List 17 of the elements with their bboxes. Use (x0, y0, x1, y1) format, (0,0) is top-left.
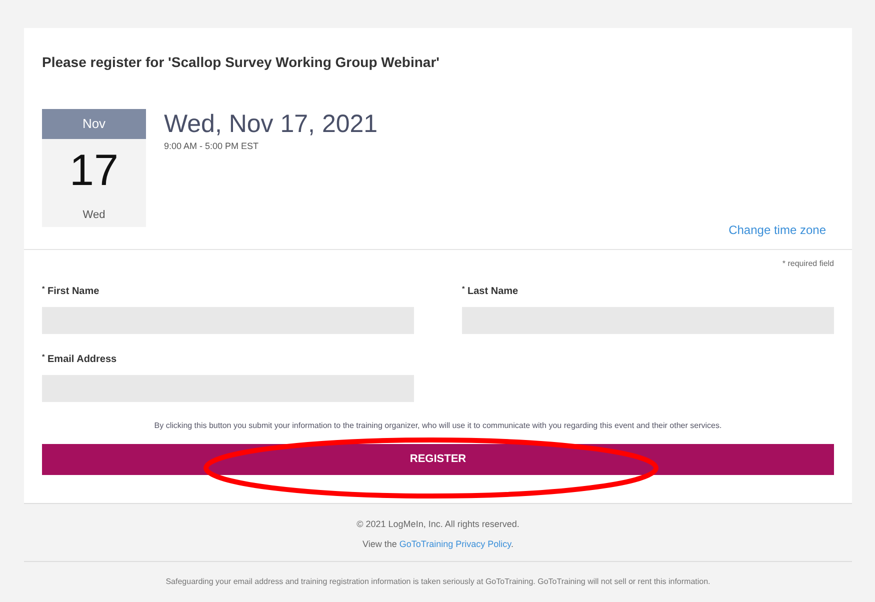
weekday-label: Wed (82, 208, 106, 222)
field-label: $^{*}$ First Name (42, 284, 100, 299)
required-note: * required field (782, 258, 834, 270)
privacy-text: View the GoToTraining Privacy Policy. (362, 538, 514, 551)
field-label: $^{*}$ Last Name (462, 284, 520, 299)
consent-text: By clicking this button you submit your information to the training organizer, who will use it to communicate with you regarding this event and their other services. (153, 420, 723, 432)
copyright-text: © 2021 LogMeIn, Inc. All rights reserved. (356, 518, 520, 531)
change-time-zone-link[interactable]: Change time zone (728, 221, 826, 239)
register-button[interactable]: REGISTER (42, 444, 834, 475)
time-range: 9:00 AM - 5:00 PM EST (164, 140, 260, 154)
safeguard-text: Safeguarding your email address and training registration information is taken seriously at GoToTraining. GoToTraining will not sell or rent this information. (166, 576, 710, 588)
date-heading: Wed, Nov 17, 2021 (164, 109, 378, 140)
page-title: Please register for 'Scallop Survey Working Group Webinar' (42, 53, 440, 72)
privacy-policy-link[interactable]: GoToTraining Privacy Policy (399, 538, 511, 548)
day-number: 17 (70, 148, 118, 192)
month-label: Nov (42, 109, 146, 138)
field-label: $^{*}$ Email Address (42, 352, 118, 367)
